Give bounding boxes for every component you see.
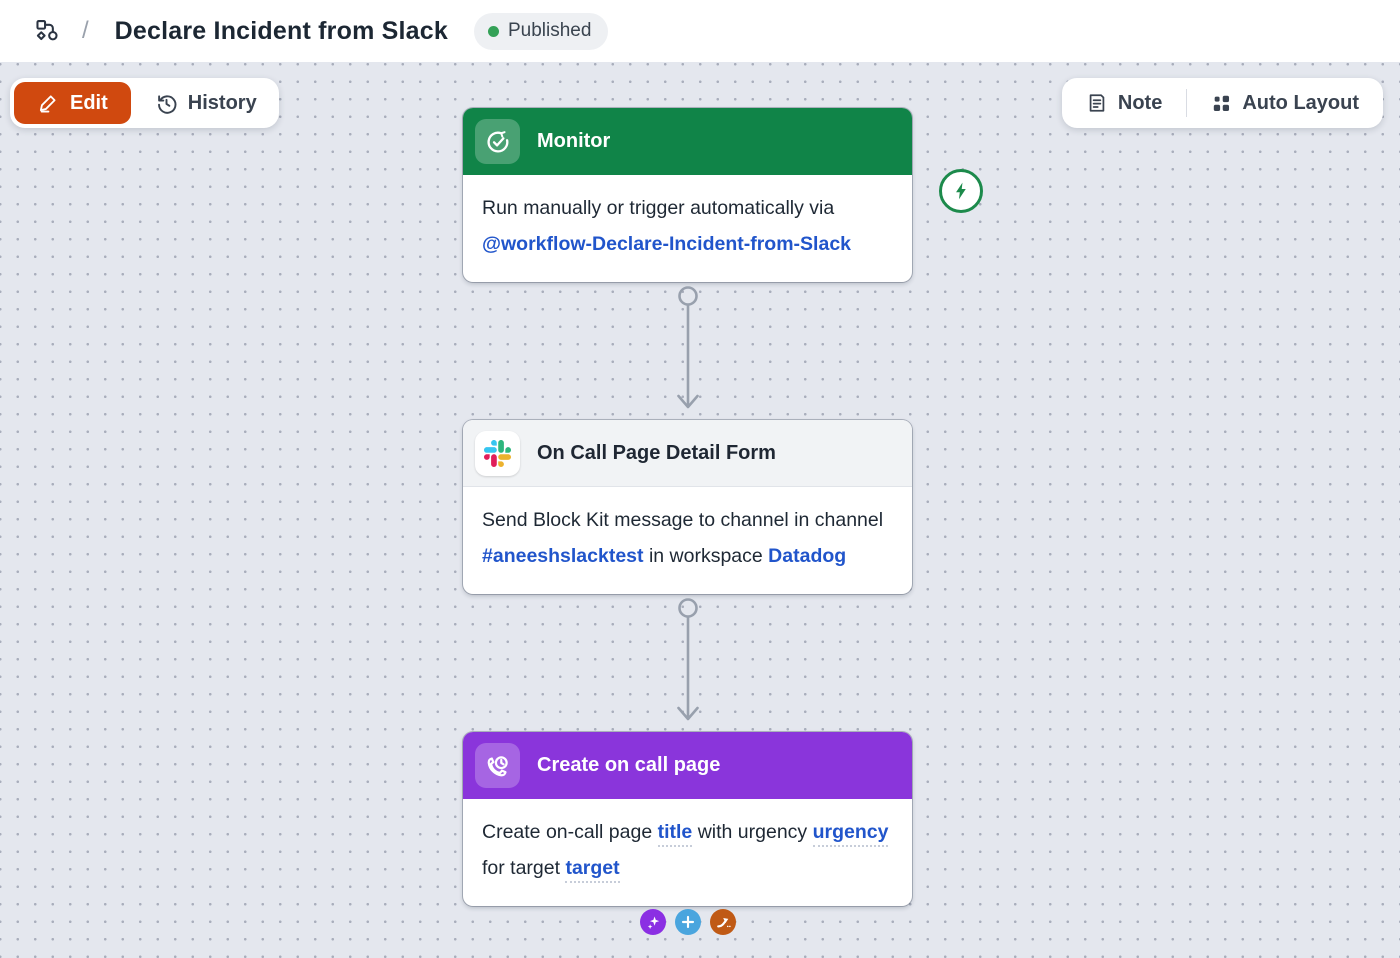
node-create-page[interactable]: Create on call page Create on-call page … [463, 732, 912, 906]
published-dot-icon [488, 26, 499, 37]
param-title-link[interactable]: title [658, 821, 693, 847]
slack-body-text-1: Send Block Kit message to channel in cha… [482, 509, 883, 531]
create-page-text-3: for target [482, 857, 565, 879]
note-layout-toolbar: Note Auto Layout [1062, 78, 1383, 128]
workflow-graph-icon[interactable] [34, 18, 60, 44]
status-label: Published [508, 20, 591, 42]
toolbar-divider [1186, 89, 1187, 117]
param-target-link[interactable]: target [565, 857, 619, 883]
note-button-label: Note [1118, 92, 1162, 115]
top-bar: / Declare Incident from Slack Published [0, 0, 1400, 62]
workflow-handle-link[interactable]: @workflow-Declare-Incident-from-Slack [482, 233, 851, 255]
slack-body-text-2: in workspace [644, 545, 769, 567]
node-slack-form-description: Send Block Kit message to channel in cha… [463, 487, 912, 594]
auto-layout-button[interactable]: Auto Layout [1193, 82, 1377, 124]
connect-step-button[interactable] [710, 909, 736, 935]
node-create-page-description: Create on-call page title with urgency u… [463, 799, 912, 906]
auto-layout-button-label: Auto Layout [1242, 92, 1359, 115]
node-monitor[interactable]: Monitor Run manually or trigger automati… [463, 108, 912, 282]
sparkle-ai-icon [645, 914, 662, 931]
create-page-text-2: with urgency [692, 821, 812, 843]
param-urgency-link[interactable]: urgency [813, 821, 889, 847]
curved-arrow-icon [715, 914, 732, 931]
status-badge: Published [474, 13, 608, 50]
monitor-gauge-icon [475, 119, 520, 164]
pencil-icon [37, 92, 59, 114]
lightning-bolt-icon [950, 180, 972, 202]
node-create-page-title: Create on call page [537, 754, 720, 777]
node-create-page-header: Create on call page [463, 732, 912, 799]
trigger-badge[interactable] [939, 169, 983, 213]
workflow-editor: / Declare Incident from Slack Published … [0, 0, 1400, 958]
slack-channel-link[interactable]: #aneeshslacktest [482, 545, 644, 567]
monitor-body-text: Run manually or trigger automatically vi… [482, 197, 834, 219]
node-monitor-title: Monitor [537, 130, 610, 153]
note-button[interactable]: Note [1068, 82, 1180, 124]
connector-arrow-1 [668, 284, 708, 414]
node-slack-form[interactable]: On Call Page Detail Form Send Block Kit … [463, 420, 912, 594]
connector-arrow-2 [668, 596, 708, 726]
add-step-button[interactable] [675, 909, 701, 935]
phone-clock-icon [475, 743, 520, 788]
node-slack-form-title: On Call Page Detail Form [537, 442, 776, 465]
node-monitor-description: Run manually or trigger automatically vi… [463, 175, 912, 282]
grid-layout-icon [1211, 93, 1232, 114]
history-button-label: History [188, 92, 257, 115]
create-page-text-1: Create on-call page [482, 821, 658, 843]
node-monitor-header: Monitor [463, 108, 912, 175]
edit-button[interactable]: Edit [14, 82, 131, 124]
edit-button-label: Edit [70, 92, 108, 115]
breadcrumb-separator: / [82, 17, 89, 45]
ai-assist-button[interactable] [640, 909, 666, 935]
edit-history-toolbar: Edit History [10, 78, 279, 128]
history-clock-icon [155, 92, 178, 115]
note-document-icon [1086, 92, 1108, 114]
slack-workspace-link[interactable]: Datadog [768, 545, 846, 567]
plus-icon [680, 914, 696, 930]
page-title: Declare Incident from Slack [115, 17, 448, 46]
slack-logo-icon [475, 431, 520, 476]
history-button[interactable]: History [137, 82, 275, 124]
node-slack-form-header: On Call Page Detail Form [463, 420, 912, 487]
